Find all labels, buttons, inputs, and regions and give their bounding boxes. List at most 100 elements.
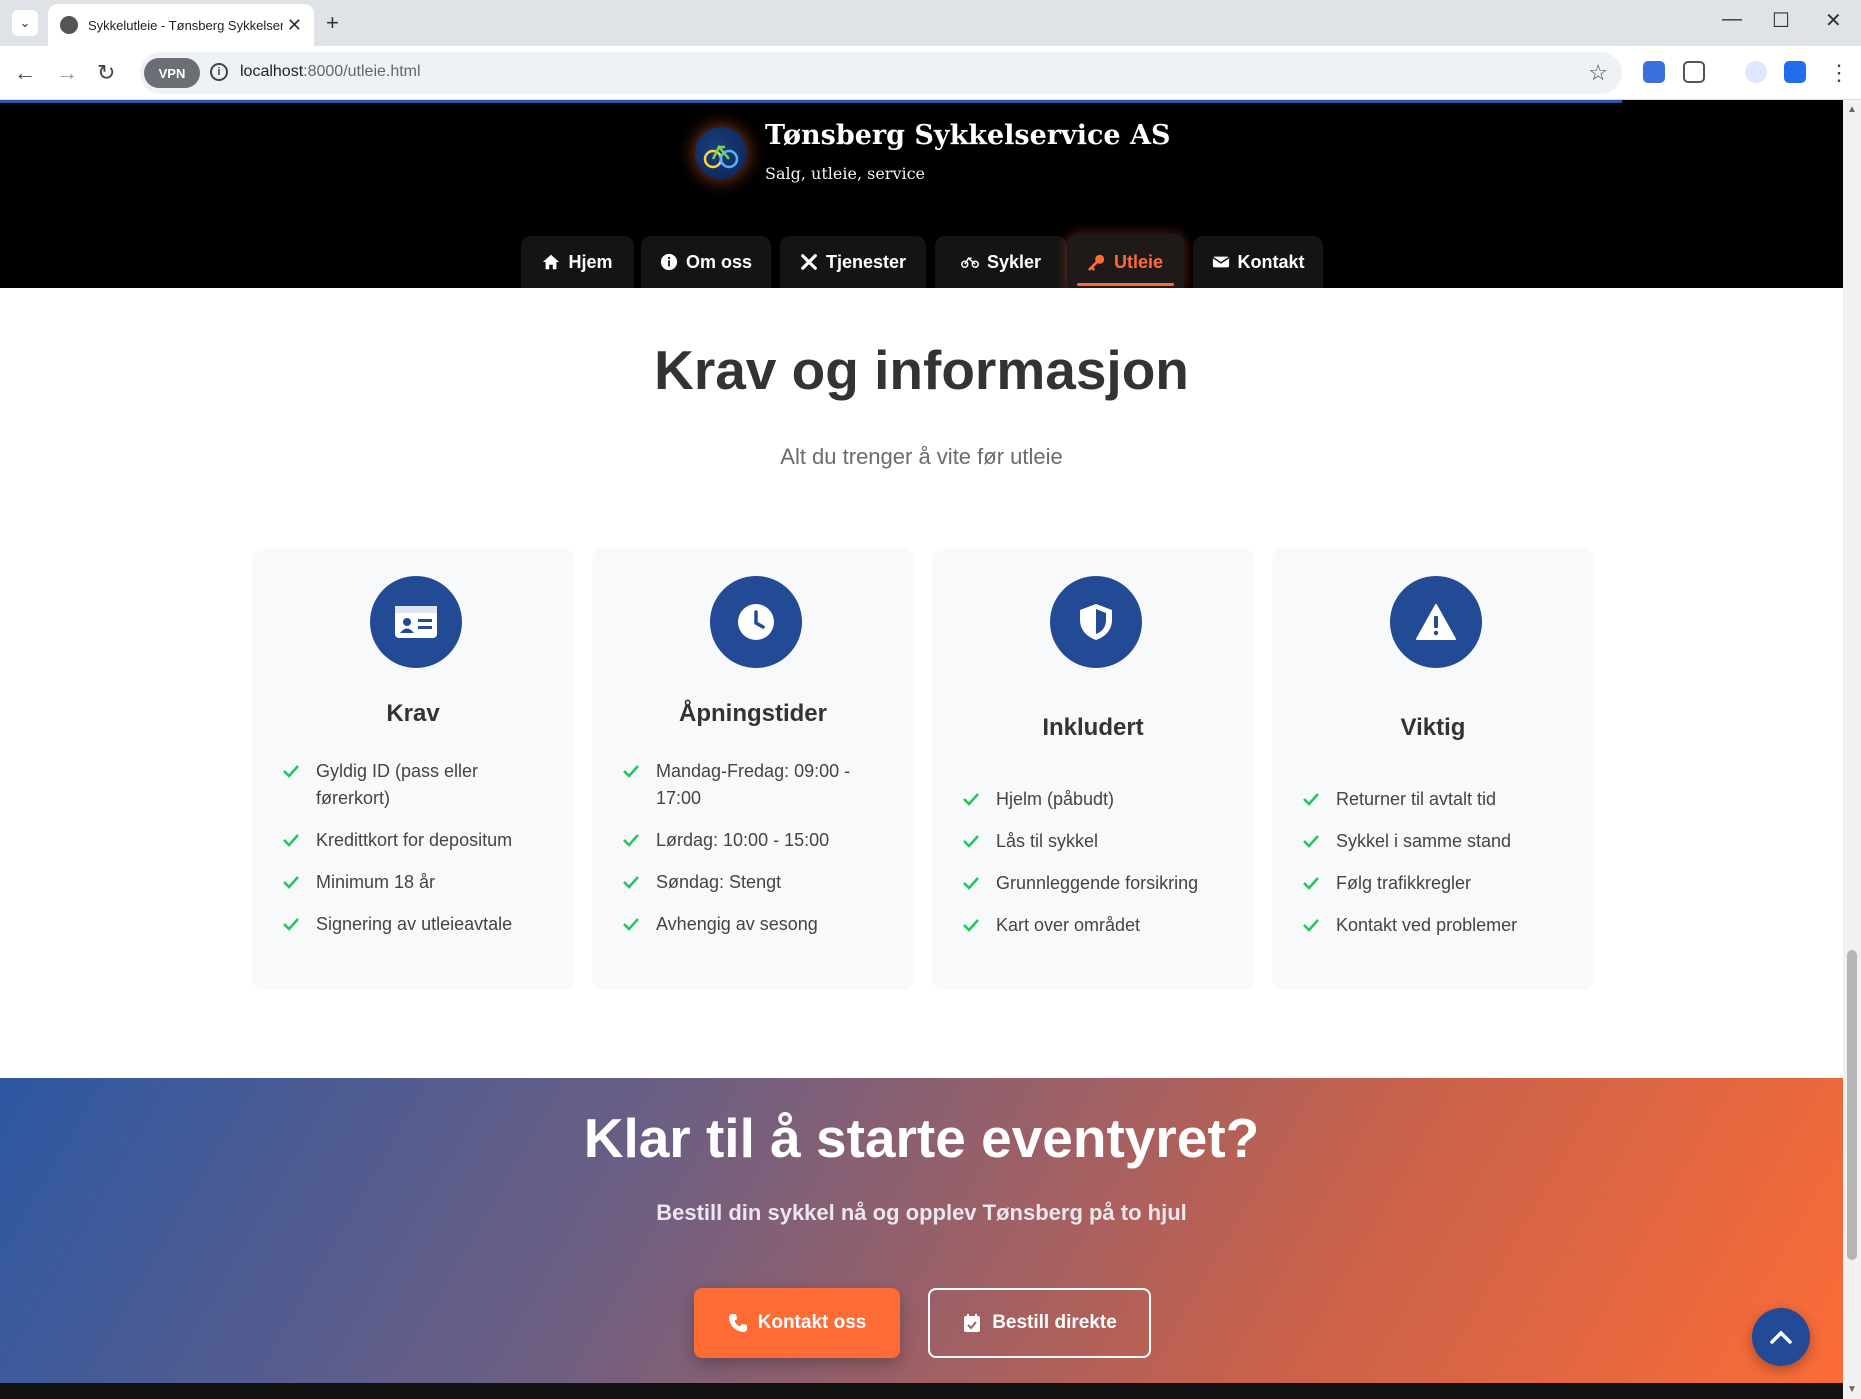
check-icon <box>283 876 299 889</box>
home-icon <box>543 254 560 270</box>
url-path: :8000/utleie.html <box>303 63 421 80</box>
maximize-icon[interactable]: ☐ <box>1772 8 1790 33</box>
url-text[interactable]: localhost:8000/utleie.html <box>240 63 421 81</box>
scrollbar-thumb[interactable] <box>1847 950 1857 1260</box>
list-item-text: Følg trafikkregler <box>1336 873 1472 893</box>
button-label: Kontakt oss <box>757 1312 867 1333</box>
key-icon <box>1088 254 1105 271</box>
nav-label: Tjenester <box>825 251 907 272</box>
info-icon <box>660 253 678 271</box>
list-item-text: Søndag: Stengt <box>656 872 782 892</box>
tab-search-button[interactable]: ⌄ <box>12 10 38 36</box>
page-scrollbar[interactable]: ▲ ▼ <box>1843 100 1861 1399</box>
site-header: Tønsberg Sykkelservice AS Salg, utleie, … <box>0 100 1843 290</box>
warning-icon <box>1416 604 1456 640</box>
nav-item-kontakt[interactable]: Kontakt <box>1193 236 1323 288</box>
list-item: Lørdag: 10:00 - 15:00 <box>622 827 892 854</box>
browser-menu-icon[interactable]: ⋮ <box>1828 60 1850 86</box>
phone-icon <box>728 1314 747 1332</box>
nav-item-hjem[interactable]: Hjem <box>521 236 634 288</box>
envelope-icon <box>1212 256 1229 268</box>
list-item-text: Minimum 18 år <box>316 872 436 892</box>
list-item: Returner til avtalt tid <box>1302 786 1572 813</box>
card-title: Krav <box>386 700 440 727</box>
tab-favicon-icon <box>60 16 78 34</box>
list-item: Kredittkort for depositum <box>282 827 552 854</box>
page-viewport: Tønsberg Sykkelservice AS Salg, utleie, … <box>0 100 1843 1399</box>
url-host: localhost <box>240 63 304 80</box>
info-card-krav: Krav Gyldig ID (pass eller førerkort) Kr… <box>252 548 574 990</box>
brand-name[interactable]: Tønsberg Sykkelservice AS <box>765 120 1170 151</box>
nav-label: Om oss <box>685 251 753 272</box>
list-item-text: Mandag-Fredag: 09:00 - 17:00 <box>656 761 851 808</box>
browser-toolbar: ← → ↻ VPN i localhost:8000/utleie.html ☆… <box>0 46 1861 100</box>
card-list: Returner til avtalt tid Sykkel i samme s… <box>1302 786 1572 954</box>
check-icon <box>623 876 639 889</box>
list-item: Signering av utleieavtale <box>282 911 552 938</box>
card-list: Gyldig ID (pass eller førerkort) Kreditt… <box>282 758 552 953</box>
list-item: Gyldig ID (pass eller førerkort) <box>282 758 552 812</box>
bicycle-icon <box>960 257 979 268</box>
info-card-apningstider: Åpningstider Mandag-Fredag: 09:00 - 17:0… <box>592 548 914 990</box>
check-icon <box>283 765 299 778</box>
list-item: Minimum 18 år <box>282 869 552 896</box>
scroll-up-arrow-icon[interactable]: ▲ <box>1847 104 1857 115</box>
scroll-progress-bar <box>0 100 1622 103</box>
card-title: Viktig <box>1400 714 1466 741</box>
card-icon-badge <box>1390 576 1482 668</box>
tab-close-icon[interactable]: ✕ <box>287 15 302 36</box>
check-icon <box>623 765 639 778</box>
site-logo[interactable] <box>695 127 747 179</box>
forward-icon[interactable]: → <box>56 60 78 86</box>
brand-tagline: Salg, utleie, service <box>765 164 926 183</box>
list-item: Hjelm (påbudt) <box>962 786 1232 813</box>
contact-us-button[interactable]: Kontakt oss <box>694 1288 900 1358</box>
card-icon-badge <box>370 576 462 668</box>
check-icon <box>963 919 979 932</box>
nav-item-sykler[interactable]: Sykler <box>935 236 1067 288</box>
new-tab-button[interactable]: + <box>326 10 339 36</box>
check-icon <box>1303 793 1319 806</box>
card-icon-badge <box>1050 576 1142 668</box>
list-item-text: Returner til avtalt tid <box>1336 789 1497 809</box>
check-icon <box>283 834 299 847</box>
minimize-icon[interactable]: — <box>1722 8 1742 31</box>
list-item: Kart over området <box>962 912 1232 939</box>
scroll-down-arrow-icon[interactable]: ▼ <box>1847 1384 1857 1395</box>
list-item-text: Lås til sykkel <box>996 831 1099 851</box>
book-directly-button[interactable]: Bestill direkte <box>928 1288 1151 1358</box>
back-to-top-button[interactable] <box>1752 1308 1810 1366</box>
list-item: Avhengig av sesong <box>622 911 892 938</box>
footer-edge <box>0 1383 1843 1399</box>
bicycle-logo-icon <box>703 144 739 169</box>
check-icon <box>963 835 979 848</box>
profile-avatar-icon[interactable] <box>1745 61 1767 83</box>
check-icon <box>623 834 639 847</box>
clock-icon <box>738 604 774 640</box>
nav-item-om-oss[interactable]: Om oss <box>641 236 771 288</box>
site-info-icon[interactable]: i <box>210 63 228 81</box>
browser-tab[interactable]: Sykkelutleie - Tønsberg Sykkelservice AS… <box>48 4 314 46</box>
bookmark-star-icon[interactable]: ☆ <box>1588 60 1608 86</box>
back-icon[interactable]: ← <box>14 60 36 86</box>
shield-icon <box>1080 604 1112 640</box>
nav-item-utleie[interactable]: Utleie <box>1067 234 1184 290</box>
info-card-inkludert: Inkludert Hjelm (påbudt) Lås til sykkel … <box>932 548 1254 990</box>
vpn-badge[interactable]: VPN <box>144 58 200 88</box>
window-close-icon[interactable]: ✕ <box>1825 8 1842 33</box>
check-icon <box>623 918 639 931</box>
check-icon <box>963 877 979 890</box>
nav-label: Kontakt <box>1237 251 1305 272</box>
button-label: Bestill direkte <box>992 1312 1117 1333</box>
card-list: Mandag-Fredag: 09:00 - 17:00 Lørdag: 10:… <box>622 758 892 953</box>
security-shield-icon[interactable] <box>1784 61 1806 83</box>
extensions-puzzle-icon[interactable] <box>1683 61 1705 83</box>
chevron-up-icon <box>1770 1330 1792 1344</box>
reload-icon[interactable]: ↻ <box>97 60 115 86</box>
check-icon <box>1303 877 1319 890</box>
nav-item-tjenester[interactable]: Tjenester <box>780 236 926 288</box>
check-icon <box>963 793 979 806</box>
extension-shield-icon[interactable] <box>1643 61 1665 83</box>
list-item-text: Lørdag: 10:00 - 15:00 <box>656 830 830 850</box>
address-bar[interactable]: VPN i localhost:8000/utleie.html ☆ <box>140 52 1622 94</box>
